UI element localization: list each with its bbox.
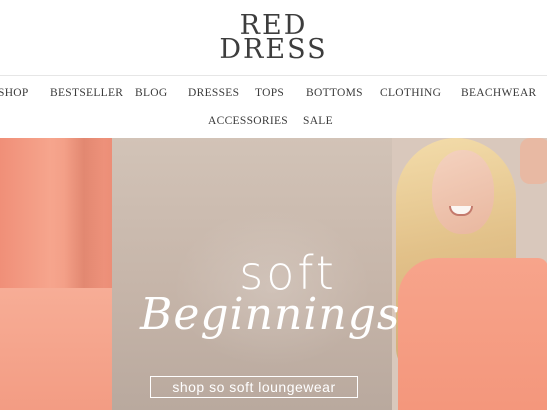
hero-headline-beginnings: Beginnings	[140, 289, 401, 340]
nav-item-dresses[interactable]: DRESSES	[188, 86, 239, 100]
sweater-sleeve	[0, 288, 112, 410]
nav-item-clothing[interactable]: CLOTHING	[380, 86, 441, 100]
shop-loungewear-button[interactable]: shop so soft loungewear	[150, 376, 358, 398]
nav-item-sale[interactable]: SALE	[303, 114, 333, 128]
model-hand	[520, 138, 547, 184]
hero-image-left	[0, 138, 112, 410]
brand-logo-line-2[interactable]: DRESS	[0, 36, 547, 63]
site-header: RED DRESS	[0, 0, 547, 76]
nav-item-bottoms[interactable]: BOTTOMS	[306, 86, 363, 100]
nav-item-beachwear[interactable]: BEACHWEAR	[461, 86, 537, 100]
main-navigation: SHOP BESTSELLER BLOG DRESSES TOPS BOTTOM…	[0, 76, 547, 138]
nav-item-bestseller[interactable]: BESTSELLER	[50, 86, 123, 100]
nav-item-tops[interactable]: TOPS	[255, 86, 284, 100]
nav-item-shop[interactable]: SHOP	[0, 86, 29, 100]
nav-item-accessories[interactable]: ACCESSORIES	[208, 114, 288, 128]
nav-item-blog[interactable]: BLOG	[135, 86, 168, 100]
model-sweater	[398, 258, 547, 410]
model-face	[432, 150, 494, 234]
